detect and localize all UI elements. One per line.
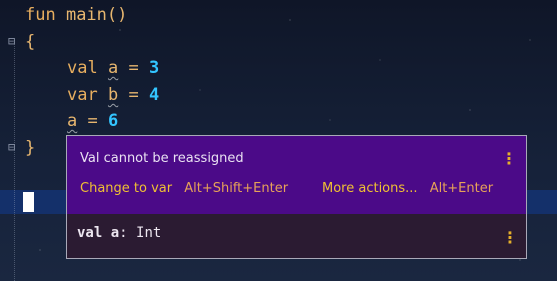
declaration-signature: val a: Int <box>77 225 161 241</box>
text-caret <box>23 192 34 212</box>
variable-name: a <box>107 58 119 78</box>
code-line-5[interactable]: a = 6 <box>67 110 118 132</box>
keyword: val <box>67 58 98 78</box>
function-signature: main() <box>55 5 128 25</box>
fold-open-icon[interactable]: ⊟ <box>8 34 20 48</box>
operator: = <box>118 58 149 78</box>
doc-options-icon[interactable]: ⋮ <box>502 230 518 246</box>
variable-name: a <box>67 111 78 131</box>
action-shortcut: Alt+Enter <box>429 181 494 196</box>
error-popup-header: Val cannot be reassigned ⋮ Change to var… <box>67 136 526 215</box>
number-literal: 6 <box>107 111 119 131</box>
indent-guide <box>14 40 15 281</box>
operator: = <box>77 111 108 131</box>
code-line-3[interactable]: val a = 3 <box>67 57 159 79</box>
number-literal: 4 <box>148 85 160 105</box>
operator: = <box>118 85 149 105</box>
code-line-2[interactable]: { <box>25 31 35 53</box>
error-message: Val cannot be reassigned <box>80 151 244 166</box>
error-popup: Val cannot be reassigned ⋮ Change to var… <box>66 135 527 259</box>
brace: { <box>25 32 36 52</box>
action-shortcut: Alt+Shift+Enter <box>184 181 289 196</box>
signature-name: a <box>110 225 120 241</box>
code-line-1[interactable]: fun main() <box>25 4 127 26</box>
fold-close-icon[interactable]: ⊟ <box>8 140 20 154</box>
code-line-4[interactable]: var b = 4 <box>67 84 159 106</box>
action-label: More actions... <box>322 181 418 196</box>
quick-doc-section: val a: Int ⋮ <box>67 214 526 258</box>
number-literal: 3 <box>148 58 160 78</box>
more-options-icon[interactable]: ⋮ <box>501 151 517 167</box>
more-actions-action[interactable]: More actions... Alt+Enter <box>322 181 493 196</box>
signature-type: : Int <box>119 225 162 241</box>
action-label: Change to var <box>80 181 173 196</box>
keyword: fun <box>25 5 56 25</box>
change-to-var-action[interactable]: Change to var Alt+Shift+Enter <box>80 181 288 196</box>
signature-keyword: val <box>77 225 103 241</box>
brace: } <box>25 138 36 158</box>
code-line-6[interactable]: } <box>25 137 35 159</box>
keyword: var <box>67 85 98 105</box>
variable-name: b <box>107 85 119 105</box>
